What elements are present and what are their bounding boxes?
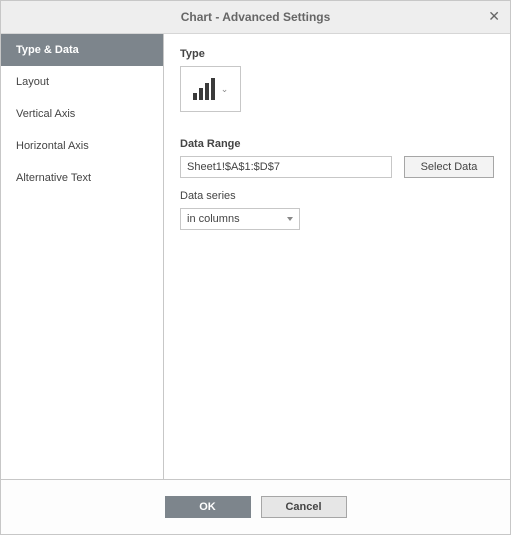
bar-chart-icon	[193, 78, 215, 100]
data-series-select[interactable]: in columns	[180, 208, 300, 230]
sidebar-item-horizontal-axis[interactable]: Horizontal Axis	[1, 130, 163, 162]
titlebar: Chart - Advanced Settings ✕	[1, 1, 510, 34]
content-panel: Type ⌄ Data Range Select Data Data serie…	[164, 34, 510, 479]
dialog-title: Chart - Advanced Settings	[181, 10, 331, 24]
chart-type-picker[interactable]: ⌄	[180, 66, 241, 112]
data-series-value: in columns	[187, 213, 240, 225]
sidebar-item-alternative-text[interactable]: Alternative Text	[1, 162, 163, 194]
data-range-input[interactable]	[180, 156, 392, 178]
select-data-button[interactable]: Select Data	[404, 156, 494, 178]
dialog-footer: OK Cancel	[1, 479, 510, 534]
data-range-row: Select Data	[180, 156, 494, 178]
data-series-label: Data series	[180, 190, 494, 202]
sidebar-item-layout[interactable]: Layout	[1, 66, 163, 98]
cancel-button[interactable]: Cancel	[261, 496, 347, 518]
ok-button[interactable]: OK	[165, 496, 251, 518]
dialog: Chart - Advanced Settings ✕ Type & Data …	[0, 0, 511, 535]
sidebar-item-vertical-axis[interactable]: Vertical Axis	[1, 98, 163, 130]
close-icon[interactable]: ✕	[488, 8, 500, 25]
chevron-down-icon: ⌄	[221, 84, 229, 95]
sidebar-item-type-and-data[interactable]: Type & Data	[1, 34, 163, 66]
data-range-label: Data Range	[180, 138, 494, 150]
type-label: Type	[180, 48, 494, 60]
dialog-body: Type & Data Layout Vertical Axis Horizon…	[1, 34, 510, 479]
sidebar: Type & Data Layout Vertical Axis Horizon…	[1, 34, 164, 479]
